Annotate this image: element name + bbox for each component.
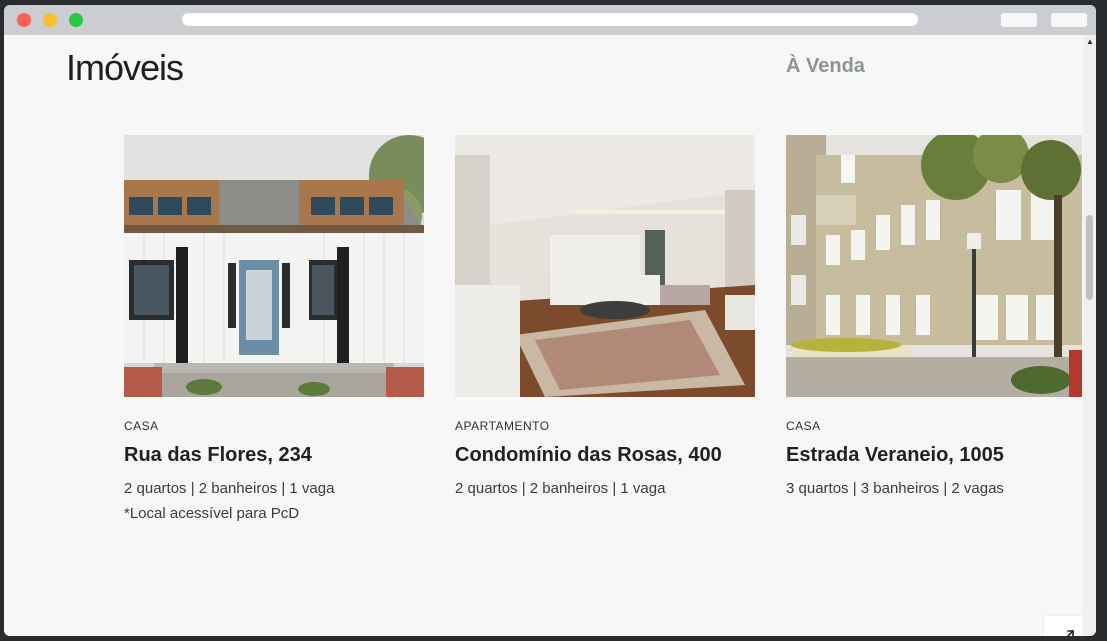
house-photo-image: [124, 135, 424, 397]
property-photo[interactable]: [786, 135, 1082, 397]
page-content: Imóveis À Venda CASA Rua das Flores, 234…: [4, 35, 1082, 636]
maximize-window-button[interactable]: [69, 13, 83, 27]
property-details: 2 quartos | 2 banheiros | 1 vaga: [124, 480, 335, 497]
property-card[interactable]: CASA Rua das Flores, 234 2 quartos | 2 b…: [124, 135, 424, 522]
browser-window: Imóveis À Venda CASA Rua das Flores, 234…: [4, 5, 1096, 636]
property-type: CASA: [124, 419, 159, 433]
scrollbar-thumb[interactable]: [1086, 215, 1093, 300]
property-name[interactable]: Condomínio das Rosas, 400: [455, 444, 755, 467]
property-type: CASA: [786, 419, 821, 433]
minimize-window-button[interactable]: [43, 13, 57, 27]
vertical-scrollbar[interactable]: ▲: [1083, 35, 1096, 636]
property-card[interactable]: CASA Estrada Veraneio, 1005 3 quartos | …: [786, 135, 1082, 497]
page-title: Imóveis: [66, 47, 184, 88]
property-accessibility-note: *Local acessível para PcD: [124, 505, 300, 522]
address-bar[interactable]: [182, 13, 918, 26]
window-titlebar: [4, 5, 1096, 35]
property-details: 3 quartos | 3 banheiros | 2 vagas: [786, 480, 1004, 497]
townhouse-photo-image: [786, 135, 1082, 397]
toolbar-button[interactable]: [1051, 13, 1087, 27]
property-name[interactable]: Rua das Flores, 234: [124, 444, 424, 467]
fullscreen-button[interactable]: [1044, 616, 1082, 636]
property-details: 2 quartos | 2 banheiros | 1 vaga: [455, 480, 666, 497]
for-sale-link[interactable]: À Venda: [786, 55, 865, 78]
living-room-photo-image: [455, 135, 755, 397]
property-photo[interactable]: [455, 135, 755, 397]
property-name[interactable]: Estrada Veraneio, 1005: [786, 444, 1082, 467]
property-type: APARTAMENTO: [455, 419, 550, 433]
scroll-up-arrow-icon[interactable]: ▲: [1086, 37, 1094, 46]
toolbar-button[interactable]: [1001, 13, 1037, 27]
property-photo[interactable]: [124, 135, 424, 397]
close-window-button[interactable]: [17, 13, 31, 27]
property-card[interactable]: APARTAMENTO Condomínio das Rosas, 400 2 …: [455, 135, 755, 497]
expand-icon: [1066, 630, 1074, 636]
